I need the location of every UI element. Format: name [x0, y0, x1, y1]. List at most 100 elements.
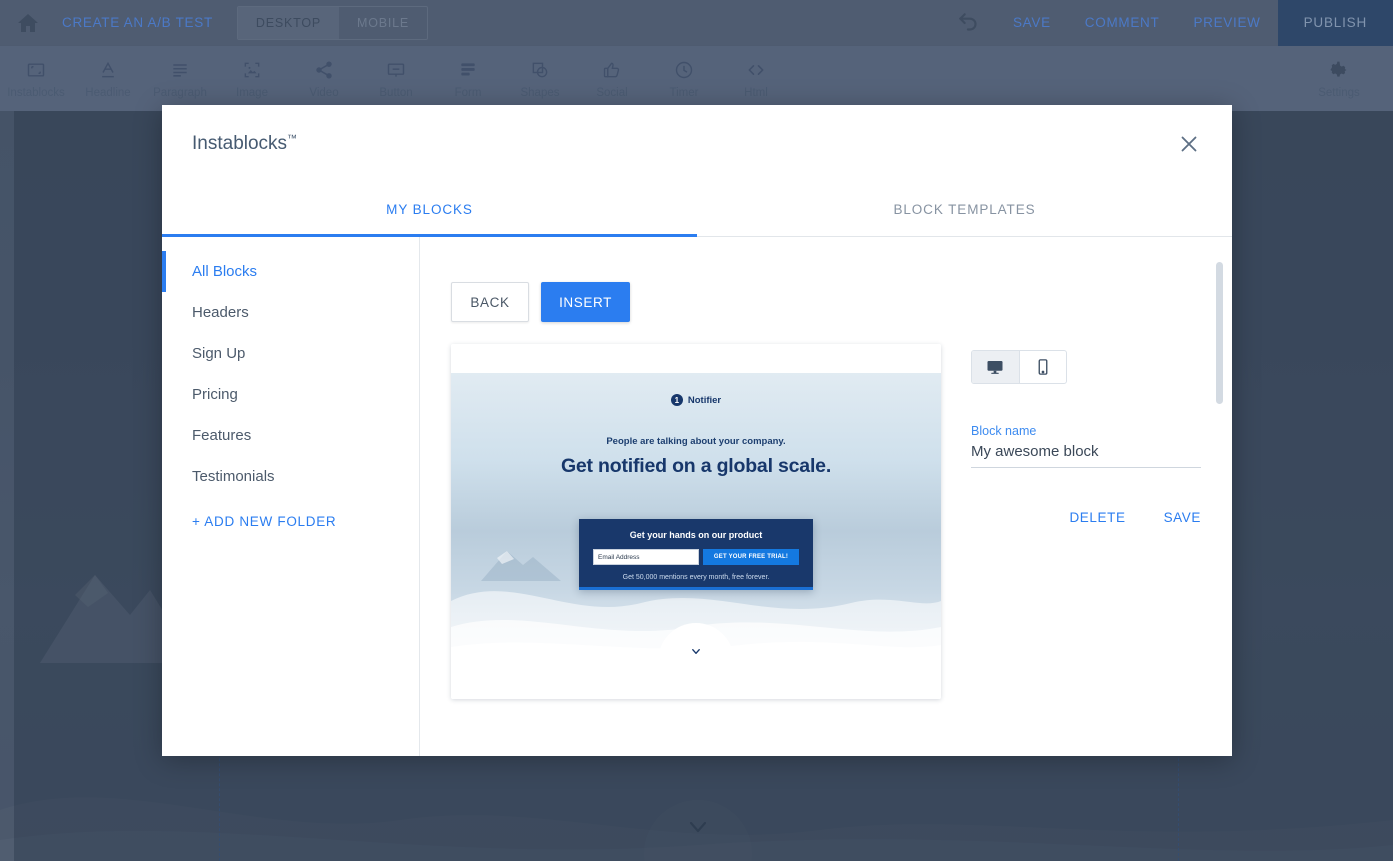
tab-my-blocks[interactable]: MY BLOCKS [162, 183, 697, 237]
comment-button[interactable]: COMMENT [1068, 0, 1177, 46]
tool-settings[interactable]: Settings [1303, 59, 1375, 99]
headline-icon [97, 59, 119, 81]
sidebar-item-testimonials[interactable]: Testimonials [162, 456, 419, 497]
tool-label: Instablocks [7, 86, 65, 99]
preview-form-row: Email Address GET YOUR FREE TRIAL! [593, 549, 799, 565]
sidebar-item-pricing[interactable]: Pricing [162, 374, 419, 415]
tool-label: Button [379, 86, 413, 99]
tool-instablocks[interactable]: Instablocks [0, 59, 72, 99]
page-title: Instablocks™ [192, 133, 297, 155]
desktop-icon[interactable] [972, 351, 1019, 383]
device-mode-desktop[interactable]: DESKTOP [237, 6, 339, 39]
modal-sidebar: All Blocks Headers Sign Up Pricing Featu… [162, 237, 420, 756]
sidebar-item-label: Sign Up [192, 345, 246, 362]
tool-label: Settings [1318, 86, 1360, 99]
tool-paragraph[interactable]: Paragraph [144, 59, 216, 99]
tool-button[interactable]: Button [360, 59, 432, 99]
sidebar-item-label: Headers [192, 304, 249, 321]
tool-shapes[interactable]: Shapes [504, 59, 576, 99]
create-ab-test-link[interactable]: CREATE AN A/B TEST [62, 15, 213, 30]
tool-social[interactable]: Social [576, 59, 648, 99]
preview-form-footnote: Get 50,000 mentions every month, free fo… [622, 574, 770, 581]
sidebar-item-sign-up[interactable]: Sign Up [162, 333, 419, 374]
sidebar-item-label: All Blocks [192, 263, 258, 280]
delete-block-button[interactable]: DELETE [1069, 510, 1125, 525]
sidebar-item-features[interactable]: Features [162, 415, 419, 456]
chevron-down-icon[interactable] [691, 646, 702, 657]
preview-bottom-band [451, 661, 941, 699]
social-thumbup-icon [601, 59, 623, 81]
modal-body: All Blocks Headers Sign Up Pricing Featu… [162, 237, 1232, 756]
block-settings-panel: Block name My awesome block DELETE SAVE [941, 344, 1201, 699]
block-name-field: Block name My awesome block [971, 424, 1201, 468]
button-icon [385, 59, 407, 81]
trademark-symbol: ™ [287, 133, 298, 145]
tool-html[interactable]: Html [720, 59, 792, 99]
preview-button[interactable]: PREVIEW [1176, 0, 1277, 46]
device-mode-switch: DESKTOP MOBILE [236, 5, 429, 40]
form-icon [457, 59, 479, 81]
close-icon[interactable] [1176, 131, 1202, 157]
preview-form-title: Get your hands on our product [629, 530, 763, 540]
preview-signup-form: Get your hands on our product Email Addr… [579, 519, 813, 590]
sidebar-item-label: Pricing [192, 386, 238, 403]
modal-title-text: Instablocks [192, 133, 288, 154]
block-name-input[interactable]: My awesome block [971, 443, 1201, 468]
tool-timer[interactable]: Timer [648, 59, 720, 99]
preview-form-accent-bar [579, 587, 813, 590]
scrollbar-thumb[interactable] [1216, 262, 1223, 404]
tool-label: Video [309, 86, 339, 99]
sidebar-item-headers[interactable]: Headers [162, 292, 419, 333]
shapes-icon [529, 59, 551, 81]
tool-form[interactable]: Form [432, 59, 504, 99]
top-bar-actions: SAVE COMMENT PREVIEW PUBLISH [14, 0, 1393, 861]
tool-label: Image [236, 86, 268, 99]
html-code-icon [745, 59, 767, 81]
sidebar-item-label: Features [192, 427, 252, 444]
tool-video[interactable]: Video [288, 59, 360, 99]
save-button[interactable]: SAVE [996, 0, 1068, 46]
notifier-badge-icon: 1 [670, 394, 683, 406]
timer-clock-icon [673, 59, 695, 81]
preview-headline-text: Get notified on a global scale. [560, 455, 832, 477]
undo-icon[interactable] [956, 10, 982, 36]
tab-block-templates[interactable]: BLOCK TEMPLATES [697, 183, 1232, 236]
tool-label: Html [744, 86, 768, 99]
sidebar-item-label: Testimonials [192, 468, 275, 485]
preview-area: 1 Notifier People are talking about your… [451, 344, 1232, 699]
add-new-folder-button[interactable]: + ADD NEW FOLDER [162, 501, 419, 542]
insert-button[interactable]: INSERT [541, 282, 630, 322]
content-scrollbar[interactable] [1216, 262, 1223, 722]
preview-logo: 1 Notifier [451, 394, 941, 406]
block-name-label: Block name [971, 424, 1037, 438]
preview-kicker-text: People are talking about your company. [606, 436, 786, 447]
sidebar-item-all-blocks[interactable]: All Blocks [162, 251, 419, 292]
preview-top-band [451, 344, 941, 373]
tool-label: Timer [669, 86, 699, 99]
publish-button[interactable]: PUBLISH [1277, 0, 1393, 46]
mobile-icon[interactable] [1018, 351, 1067, 383]
save-block-button[interactable]: SAVE [1164, 510, 1201, 525]
modal-tabs: MY BLOCKS BLOCK TEMPLATES [162, 183, 1232, 237]
instablocks-modal: Instablocks™ MY BLOCKS BLOCK TEMPLATES A… [162, 105, 1232, 756]
tool-label: Headline [85, 86, 131, 99]
instablocks-icon [25, 59, 47, 81]
tool-headline[interactable]: Headline [72, 59, 144, 99]
device-mode-mobile[interactable]: MOBILE [339, 7, 427, 39]
image-icon [241, 59, 263, 81]
tool-image[interactable]: Image [216, 59, 288, 99]
tool-label: Shapes [520, 86, 560, 99]
tool-label: Social [596, 86, 628, 99]
back-button[interactable]: BACK [451, 282, 529, 322]
video-share-icon [313, 59, 335, 81]
app-root: CREATE AN A/B TEST DESKTOP MOBILE SAVE C… [0, 0, 1393, 861]
modal-header: Instablocks™ [162, 105, 1232, 183]
block-actions: DELETE SAVE [971, 510, 1201, 525]
preview-cta-button[interactable]: GET YOUR FREE TRIAL! [703, 549, 799, 565]
preview-email-input[interactable]: Email Address [593, 549, 699, 565]
gear-icon [1328, 59, 1350, 81]
home-icon[interactable] [16, 11, 40, 35]
preview-logo-name: Notifier [687, 394, 722, 406]
preview-hero: 1 Notifier People are talking about your… [451, 373, 941, 661]
block-preview-card[interactable]: 1 Notifier People are talking about your… [451, 344, 941, 699]
